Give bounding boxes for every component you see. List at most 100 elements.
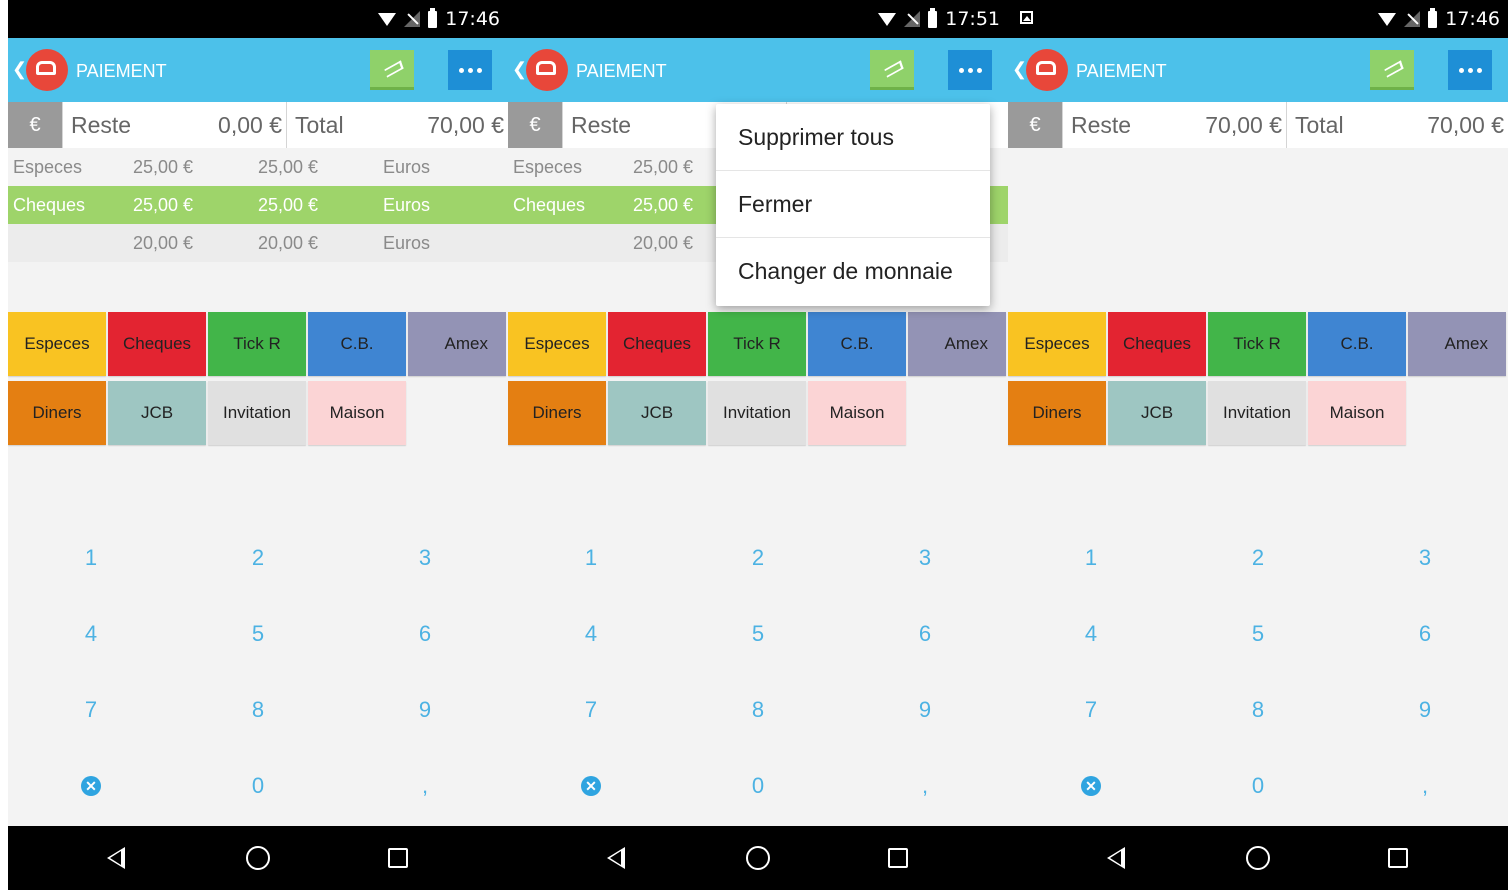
method-button-jcb[interactable]: JCB: [1108, 381, 1206, 445]
keypad-key-4[interactable]: 4: [1008, 596, 1174, 672]
keypad-key-3[interactable]: 3: [342, 520, 508, 596]
nav-home-icon[interactable]: [246, 846, 270, 870]
keypad-key-1[interactable]: 1: [1008, 520, 1174, 596]
more-button[interactable]: [1448, 50, 1492, 90]
keypad-key-7[interactable]: 7: [8, 672, 174, 748]
payment-amount: 25,00 €: [633, 195, 694, 215]
keypad-key-6[interactable]: 6: [842, 596, 1008, 672]
back-icon[interactable]: ❮: [512, 59, 527, 80]
nav-recents-icon[interactable]: [888, 848, 908, 868]
method-button-especes[interactable]: Especes: [1008, 312, 1106, 376]
method-button-invitation[interactable]: Invitation: [208, 381, 306, 445]
method-button-especes[interactable]: Especes: [8, 312, 106, 376]
method-button-tick-r[interactable]: Tick R: [208, 312, 306, 376]
keypad-key-comma[interactable]: ,: [1342, 748, 1508, 824]
keypad-key-5[interactable]: 5: [175, 596, 341, 672]
keypad-clear-button[interactable]: ✕: [8, 748, 174, 824]
keypad-key-8[interactable]: 8: [1175, 672, 1341, 748]
nav-back-icon[interactable]: [1107, 847, 1125, 869]
keypad-key-4[interactable]: 4: [8, 596, 174, 672]
remaining-value: 70,00 €: [1205, 112, 1282, 138]
clear-icon: ✕: [1081, 776, 1101, 796]
payment-row[interactable]: Especes 25,00 € 25,00 € Euros: [8, 148, 508, 186]
keypad-key-0[interactable]: 0: [675, 748, 841, 824]
send-button[interactable]: [370, 50, 414, 90]
keypad-key-4[interactable]: 4: [508, 596, 674, 672]
send-button[interactable]: [870, 50, 914, 90]
keypad-key-8[interactable]: 8: [675, 672, 841, 748]
keypad-clear-button[interactable]: ✕: [1008, 748, 1174, 824]
method-button-jcb[interactable]: JCB: [608, 381, 706, 445]
method-button-maison[interactable]: Maison: [308, 381, 406, 445]
keypad-key-2[interactable]: 2: [175, 520, 341, 596]
method-button-invitation[interactable]: Invitation: [708, 381, 806, 445]
nav-recents-icon[interactable]: [388, 848, 408, 868]
method-button-diners[interactable]: Diners: [8, 381, 106, 445]
currency-button[interactable]: €: [1008, 102, 1062, 148]
method-button-amex[interactable]: Amex: [908, 312, 1006, 376]
menu-item-delete-all[interactable]: Supprimer tous: [716, 104, 990, 171]
keypad-key-comma[interactable]: ,: [842, 748, 1008, 824]
more-button[interactable]: [948, 50, 992, 90]
keypad-key-3[interactable]: 3: [842, 520, 1008, 596]
keypad-key-2[interactable]: 2: [675, 520, 841, 596]
nav-back-icon[interactable]: [107, 847, 125, 869]
keypad-key-9[interactable]: 9: [842, 672, 1008, 748]
keypad-key-1[interactable]: 1: [8, 520, 174, 596]
method-button-jcb[interactable]: JCB: [108, 381, 206, 445]
keypad-key-9[interactable]: 9: [342, 672, 508, 748]
keypad-key-3[interactable]: 3: [1342, 520, 1508, 596]
keypad-key-8[interactable]: 8: [175, 672, 341, 748]
currency-button[interactable]: €: [508, 102, 562, 148]
keypad-key-6[interactable]: 6: [342, 596, 508, 672]
payment-row[interactable]: 20,00 € 20,00 € Euros: [8, 224, 508, 262]
method-button-diners[interactable]: Diners: [1008, 381, 1106, 445]
app-logo-icon[interactable]: [526, 49, 568, 91]
method-button-cheques[interactable]: Cheques: [108, 312, 206, 376]
keypad-key-2[interactable]: 2: [1175, 520, 1341, 596]
navigation-bar: [1008, 826, 1508, 890]
keypad-key-comma[interactable]: ,: [342, 748, 508, 824]
menu-item-change-currency[interactable]: Changer de monnaie: [716, 238, 990, 305]
method-button-especes[interactable]: Especes: [508, 312, 606, 376]
keypad-key-6[interactable]: 6: [1342, 596, 1508, 672]
keypad-clear-button[interactable]: ✕: [508, 748, 674, 824]
method-button-amex[interactable]: Amex: [408, 312, 506, 376]
more-button[interactable]: [448, 50, 492, 90]
payment-row-selected[interactable]: Cheques 25,00 € 25,00 € Euros: [8, 186, 508, 224]
method-button-tick-r[interactable]: Tick R: [708, 312, 806, 376]
back-icon[interactable]: ❮: [12, 59, 27, 80]
method-button-cheques[interactable]: Cheques: [608, 312, 706, 376]
keypad-key-5[interactable]: 5: [675, 596, 841, 672]
nav-home-icon[interactable]: [1246, 846, 1270, 870]
back-icon[interactable]: ❮: [1012, 59, 1027, 80]
image-notification-icon: [1020, 11, 1033, 24]
method-button-invitation[interactable]: Invitation: [1208, 381, 1306, 445]
method-button-amex[interactable]: Amex: [1408, 312, 1506, 376]
method-button-maison[interactable]: Maison: [1308, 381, 1406, 445]
send-button[interactable]: [1370, 50, 1414, 90]
keypad-key-0[interactable]: 0: [1175, 748, 1341, 824]
method-button-tick-r[interactable]: Tick R: [1208, 312, 1306, 376]
keypad-key-1[interactable]: 1: [508, 520, 674, 596]
keypad-key-5[interactable]: 5: [1175, 596, 1341, 672]
payment-method: Cheques: [13, 195, 86, 215]
keypad-key-0[interactable]: 0: [175, 748, 341, 824]
keypad-key-9[interactable]: 9: [1342, 672, 1508, 748]
app-logo-icon[interactable]: [26, 49, 68, 91]
method-button-cb[interactable]: C.B.: [1308, 312, 1406, 376]
method-button-cb[interactable]: C.B.: [808, 312, 906, 376]
method-button-cheques[interactable]: Cheques: [1108, 312, 1206, 376]
currency-button[interactable]: €: [8, 102, 62, 148]
app-bar: ❮ PAIEMENT: [8, 38, 508, 102]
nav-back-icon[interactable]: [607, 847, 625, 869]
keypad-key-7[interactable]: 7: [508, 672, 674, 748]
keypad-key-7[interactable]: 7: [1008, 672, 1174, 748]
app-logo-icon[interactable]: [1026, 49, 1068, 91]
method-button-maison[interactable]: Maison: [808, 381, 906, 445]
method-button-diners[interactable]: Diners: [508, 381, 606, 445]
nav-recents-icon[interactable]: [1388, 848, 1408, 868]
menu-item-close[interactable]: Fermer: [716, 171, 990, 238]
method-button-cb[interactable]: C.B.: [308, 312, 406, 376]
nav-home-icon[interactable]: [746, 846, 770, 870]
